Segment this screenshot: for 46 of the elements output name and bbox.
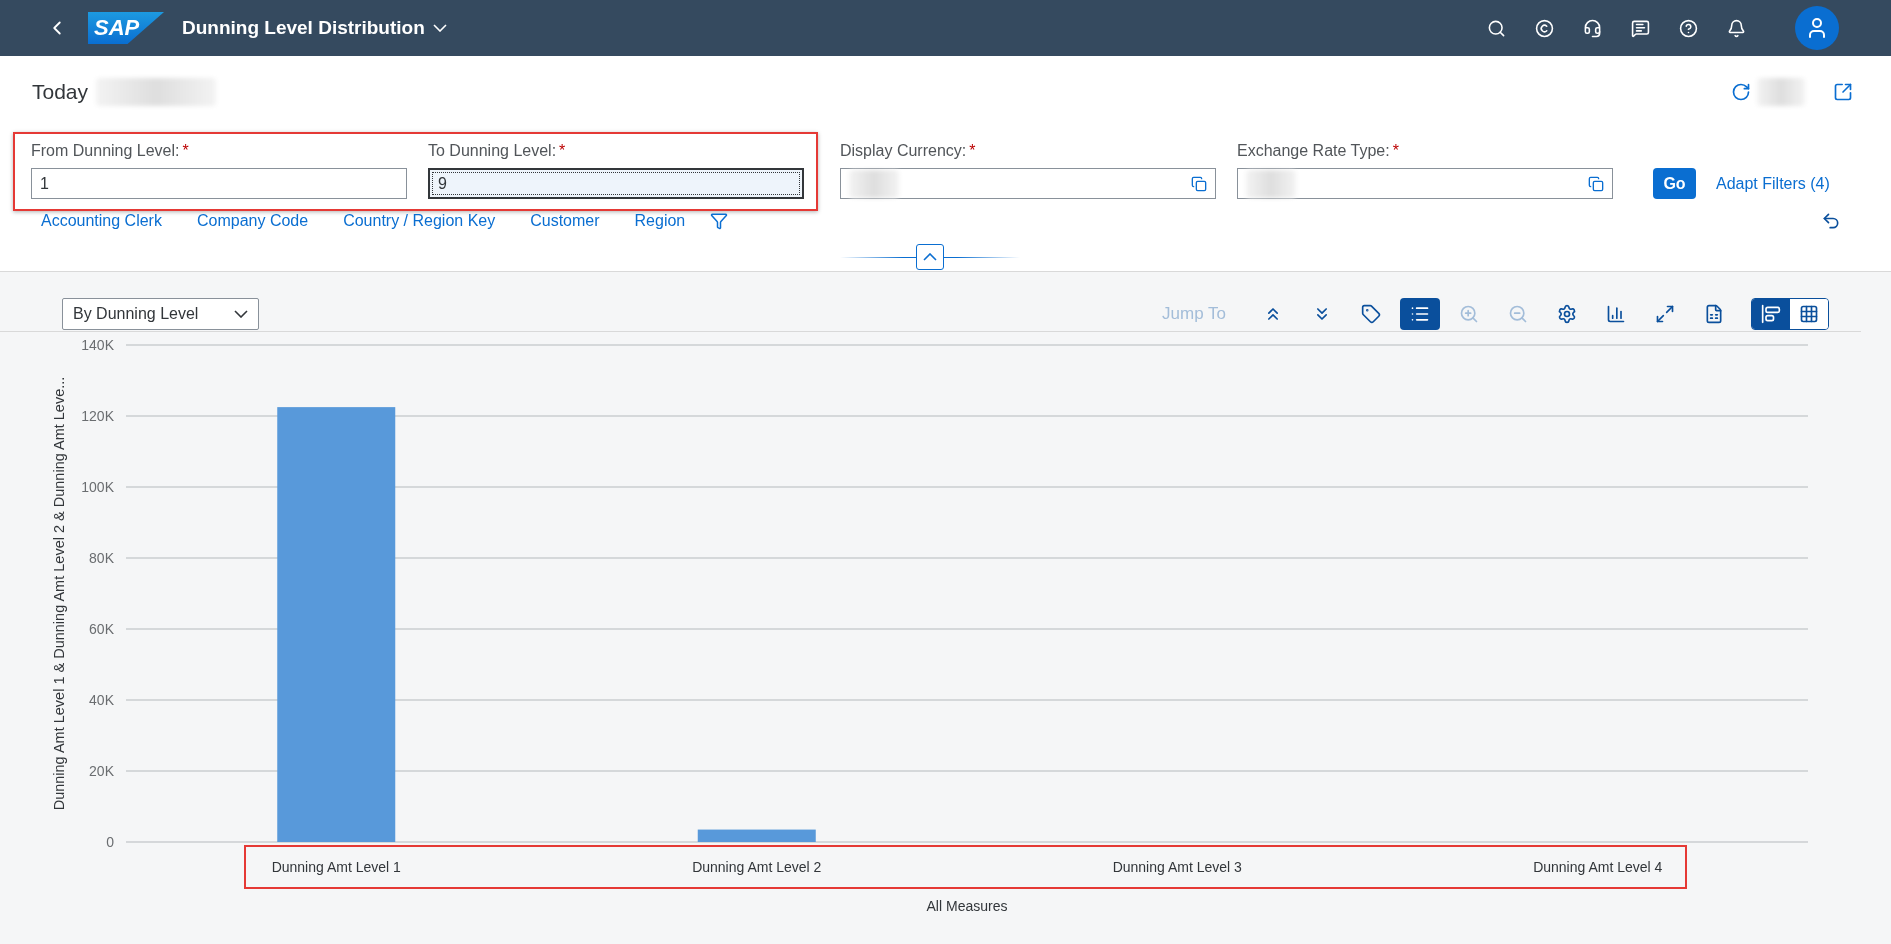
axis-tick-label: 80K [89, 550, 114, 566]
axis-category-label: Dunning Amt Level 2 [692, 859, 822, 875]
app-title-menu[interactable]: Dunning Level Distribution [182, 17, 447, 39]
adapt-filters-link[interactable]: Adapt Filters (4) [1716, 174, 1830, 193]
input-field[interactable] [840, 168, 1216, 199]
table-icon[interactable] [1790, 298, 1828, 329]
axis-tick-label: 20K [89, 763, 114, 779]
axis-title: Dunning Amt Level 1 & Dunning Amt Level 2 & Dunning Amt Leve... [51, 376, 67, 811]
value-help-icon[interactable] [1191, 175, 1207, 192]
logo[interactable]: SAP [88, 12, 164, 44]
filter-link[interactable]: Country / Region Key [343, 212, 496, 230]
filter-link[interactable]: Region [634, 212, 686, 230]
blurred-value [1246, 169, 1296, 198]
list-icon[interactable] [1400, 297, 1440, 330]
filter-link[interactable]: Accounting Clerk [41, 212, 162, 230]
chevron-down-icon [432, 24, 447, 32]
axis-tick-label: 40K [89, 692, 114, 708]
go-button[interactable]: Go [1653, 168, 1696, 199]
axis-tick-label: 0 [106, 834, 114, 850]
collapse-button[interactable] [916, 244, 944, 270]
blurred-value [849, 169, 899, 198]
input-field[interactable]: 9 [428, 168, 804, 199]
input-field[interactable]: 1 [31, 168, 407, 199]
chevron-down-icon [234, 309, 248, 318]
avatar[interactable] [1795, 6, 1839, 50]
bar-chart-icon[interactable] [1752, 298, 1790, 329]
axis-category-label: Dunning Amt Level 1 [271, 859, 401, 875]
axis-category-label: Dunning Amt Level 4 [1533, 859, 1663, 875]
view-dropdown[interactable]: By Dunning Level [62, 297, 259, 330]
filter-link[interactable]: Company Code [196, 212, 309, 230]
filter-link[interactable]: Customer [530, 212, 600, 230]
axis-tick-label: 60K [89, 621, 114, 637]
axis-tick-label: 140K [81, 337, 114, 353]
axis-tick-label: 120K [81, 408, 114, 424]
axis-title: All Measures [926, 898, 1008, 914]
axis-tick-label: 100K [81, 479, 114, 495]
chevron-up-icon [923, 253, 937, 261]
axis-category-label: Dunning Amt Level 3 [1112, 859, 1242, 875]
value-help-icon[interactable] [1588, 175, 1604, 192]
field-label: Exchange Rate Type: * [1237, 142, 1400, 160]
field-label: From Dunning Level: * [31, 142, 190, 160]
variant-title: Today [32, 80, 89, 104]
field-label: To Dunning Level: * [428, 142, 567, 160]
input-field[interactable] [1237, 168, 1613, 199]
field-label: Display Currency: * [840, 142, 977, 160]
blurred-value [1757, 78, 1805, 106]
